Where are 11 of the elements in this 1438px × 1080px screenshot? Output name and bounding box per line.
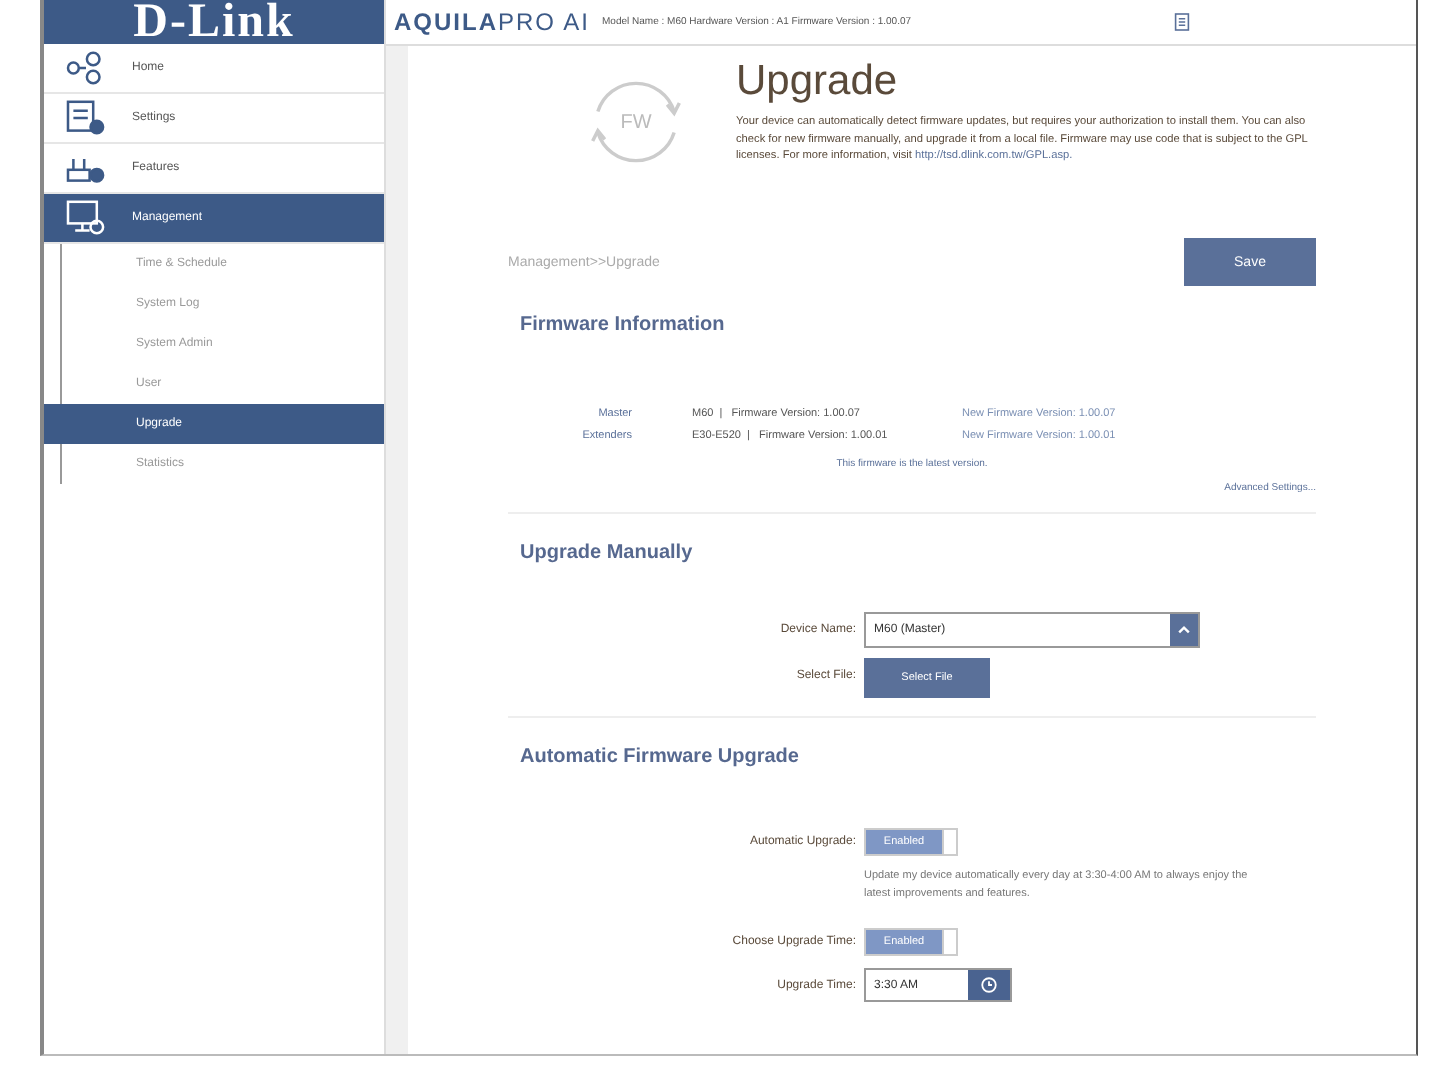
page-title: Upgrade bbox=[736, 58, 900, 106]
brand-logo: AQUILAPRO AI bbox=[394, 8, 591, 36]
section-title: Firmware Information bbox=[520, 314, 727, 336]
section-title: Upgrade Manually bbox=[520, 542, 695, 564]
chevron-up-icon bbox=[1176, 622, 1192, 638]
clock-icon bbox=[980, 976, 998, 994]
settings-icon bbox=[64, 100, 108, 136]
logo: D-Link bbox=[44, 0, 384, 44]
document-icon[interactable] bbox=[1174, 12, 1191, 32]
monitor-icon bbox=[64, 200, 108, 236]
section-title: Automatic Firmware Upgrade bbox=[520, 746, 801, 768]
